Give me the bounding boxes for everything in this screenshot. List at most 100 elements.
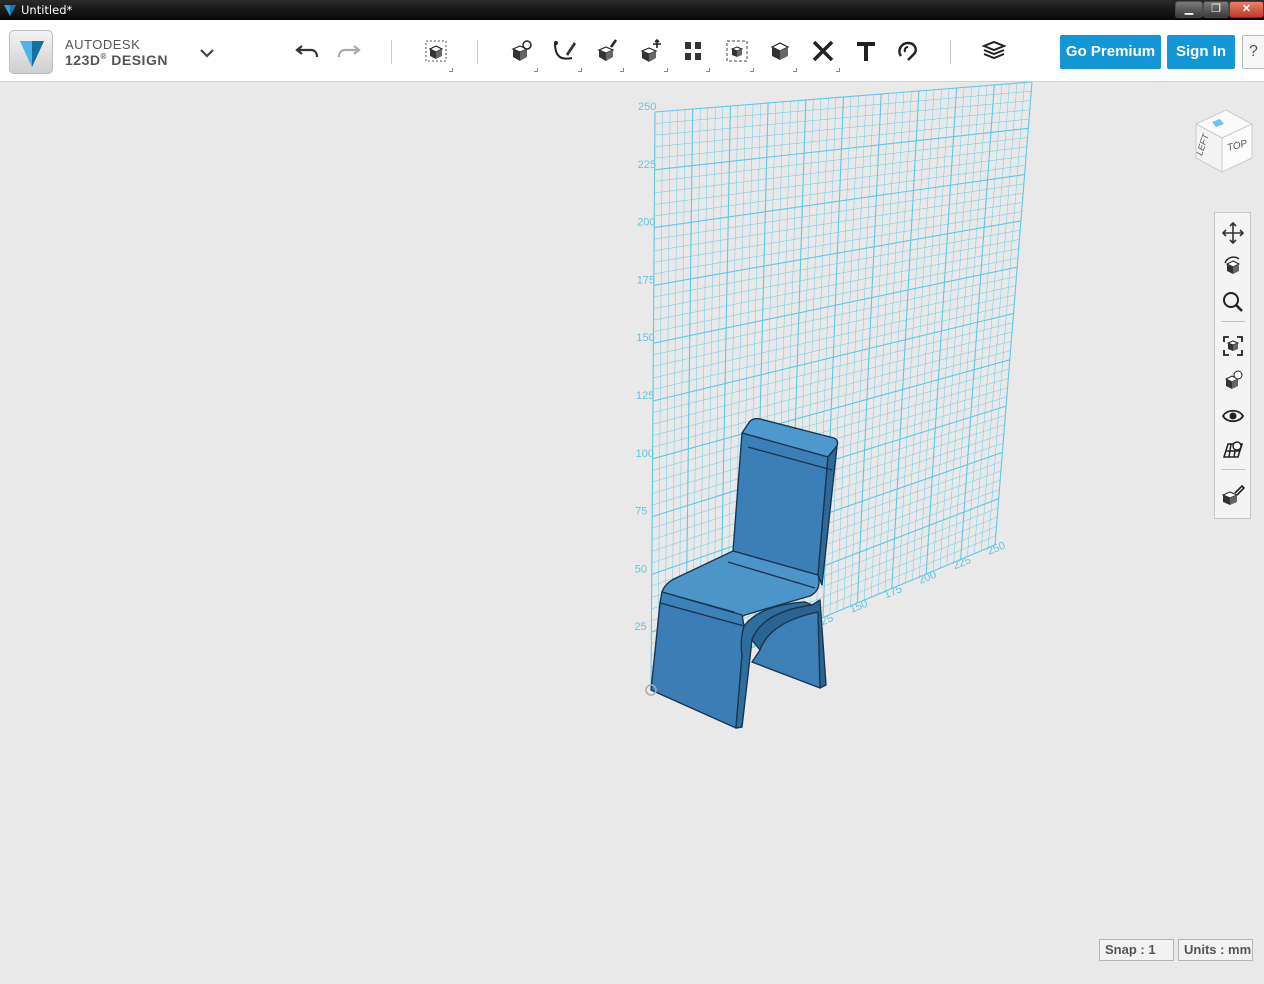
navigation-bar bbox=[1214, 212, 1251, 519]
combine-button[interactable] bbox=[763, 34, 797, 72]
grid-label-vertical: 250 bbox=[638, 101, 656, 113]
grid-line bbox=[654, 127, 1029, 171]
redo-icon bbox=[337, 45, 361, 58]
main-toolbar: AUTODESK 123D® DESIGN Go Premium Sign In… bbox=[0, 20, 1264, 82]
grid-line bbox=[850, 94, 874, 606]
construct-button[interactable] bbox=[590, 34, 624, 72]
grid-label-vertical: 50 bbox=[635, 563, 647, 575]
pan-icon[interactable] bbox=[1221, 221, 1245, 245]
text-icon bbox=[857, 42, 875, 61]
grid-line bbox=[925, 87, 958, 575]
orbit-icon[interactable] bbox=[1221, 255, 1245, 279]
app-logo-icon bbox=[4, 5, 16, 16]
units-status[interactable]: Units : mm bbox=[1178, 939, 1253, 961]
grid-line bbox=[870, 92, 897, 598]
material-button[interactable] bbox=[977, 34, 1011, 68]
maximize-button[interactable]: ❐ bbox=[1203, 1, 1229, 18]
grid-line bbox=[919, 88, 950, 577]
grid-line bbox=[864, 93, 889, 601]
grid-line bbox=[653, 211, 1022, 275]
grid-line bbox=[653, 229, 1021, 298]
brand-product: 123D® DESIGN bbox=[65, 52, 168, 68]
grid-line bbox=[654, 165, 1026, 217]
grid-line bbox=[932, 87, 965, 572]
grouping-icon bbox=[726, 40, 748, 62]
primitives-icon bbox=[511, 40, 532, 61]
grid-label-vertical: 125 bbox=[636, 390, 654, 402]
help-button[interactable]: ? bbox=[1242, 35, 1264, 69]
snap-icon bbox=[898, 41, 917, 61]
grid-label-vertical: 75 bbox=[635, 506, 647, 518]
grid-line bbox=[654, 137, 1028, 182]
pattern-icon bbox=[685, 42, 701, 60]
grid-line bbox=[884, 91, 912, 592]
grid-line bbox=[654, 146, 1027, 194]
go-premium-button[interactable]: Go Premium bbox=[1060, 35, 1161, 69]
3d-viewport[interactable]: 250 225 200 175 150 125 100 75 50 25 125 150 175 200 2… bbox=[0, 82, 1264, 984]
measure-button[interactable] bbox=[806, 34, 840, 72]
modify-button[interactable] bbox=[634, 34, 668, 72]
grid-label-vertical: 25 bbox=[634, 621, 646, 633]
minimize-button[interactable]: ▁ bbox=[1175, 1, 1203, 18]
zoom-icon[interactable] bbox=[1221, 290, 1245, 314]
grouping-button[interactable] bbox=[720, 34, 754, 72]
navbar-separator bbox=[1221, 321, 1245, 322]
grid-line bbox=[877, 92, 905, 595]
undo-icon bbox=[295, 45, 319, 58]
combine-icon bbox=[770, 42, 790, 60]
grid-icon[interactable] bbox=[1221, 438, 1245, 462]
app-menu-button[interactable] bbox=[9, 30, 53, 74]
grid-line bbox=[653, 304, 1015, 390]
chair-backrest bbox=[732, 432, 829, 576]
primitives-button[interactable] bbox=[504, 34, 538, 72]
undo-button[interactable] bbox=[290, 34, 324, 68]
grid-line bbox=[654, 174, 1025, 229]
grid-line bbox=[994, 82, 1033, 546]
grid-label-vertical: 200 bbox=[637, 217, 655, 229]
toolbar-separator bbox=[477, 40, 478, 64]
grid-label-horizontal: 200 bbox=[917, 569, 939, 587]
snap-button[interactable] bbox=[891, 34, 925, 68]
grid-label-horizontal: 175 bbox=[882, 583, 904, 601]
material-icon bbox=[981, 40, 1007, 60]
grid-label-vertical: 100 bbox=[636, 448, 654, 460]
navbar-separator bbox=[1221, 469, 1245, 470]
scene-canvas[interactable]: 250225200175150125100755025 1251501752002… bbox=[0, 82, 1264, 984]
redo-button[interactable] bbox=[332, 34, 366, 68]
close-button[interactable]: ✕ bbox=[1229, 1, 1264, 18]
pattern-button[interactable] bbox=[676, 34, 710, 72]
transform-button[interactable] bbox=[419, 34, 453, 72]
grid-label-horizontal: 250 bbox=[986, 540, 1008, 558]
visibility-icon[interactable] bbox=[1221, 404, 1245, 428]
view-cube[interactable]: LEFT TOP bbox=[1178, 102, 1258, 177]
modify-icon bbox=[640, 38, 661, 62]
view-style-icon[interactable] bbox=[1221, 369, 1245, 393]
material-icon[interactable] bbox=[1221, 483, 1245, 507]
sketch-button[interactable] bbox=[548, 34, 582, 72]
chair-model[interactable] bbox=[650, 417, 839, 729]
grid-line bbox=[653, 239, 1020, 309]
grid-label-horizontal: 150 bbox=[848, 598, 870, 616]
grid-line bbox=[843, 95, 867, 609]
snap-status[interactable]: Snap : 1 bbox=[1099, 939, 1174, 961]
brand-company: AUTODESK bbox=[65, 37, 141, 52]
sign-in-button[interactable]: Sign In bbox=[1167, 35, 1235, 69]
grid-label-vertical: 150 bbox=[636, 332, 654, 344]
sketch-icon bbox=[554, 41, 576, 60]
chevron-down-icon[interactable] bbox=[198, 46, 216, 60]
grid-line bbox=[856, 93, 882, 604]
grid-label-vertical: 175 bbox=[637, 274, 655, 286]
autodesk-logo-icon bbox=[20, 41, 44, 67]
grid-label-horizontal: 225 bbox=[951, 554, 973, 572]
grid-line bbox=[953, 85, 987, 563]
construct-icon bbox=[597, 39, 618, 61]
grid-line bbox=[987, 82, 1025, 548]
transform-icon bbox=[425, 40, 447, 62]
chair-front-leg bbox=[650, 602, 745, 729]
fit-icon[interactable] bbox=[1221, 334, 1245, 358]
window-title-bar: Untitled* ▁ ❐ ✕ bbox=[0, 0, 1264, 20]
text-button[interactable] bbox=[849, 34, 883, 68]
grid-line bbox=[898, 90, 927, 586]
grid-line bbox=[960, 84, 995, 560]
measure-icon bbox=[812, 40, 834, 62]
